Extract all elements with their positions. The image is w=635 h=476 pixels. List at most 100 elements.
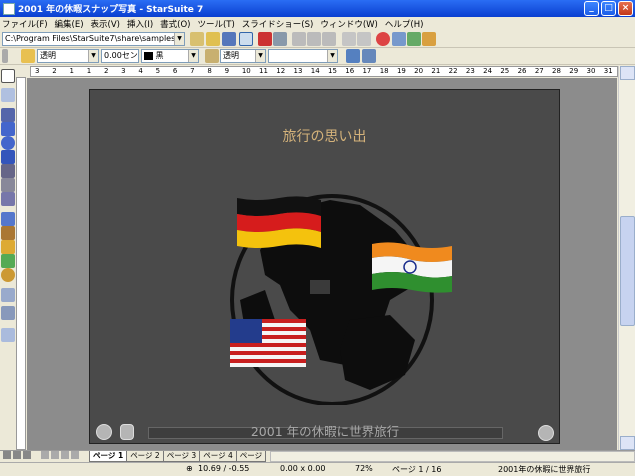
zoom-icon[interactable] <box>1 88 15 102</box>
chevron-down-icon[interactable]: ▼ <box>88 50 98 62</box>
curve-icon[interactable] <box>1 164 15 178</box>
status-zoom[interactable]: 72% <box>355 464 373 473</box>
scroll-down-icon[interactable] <box>620 436 635 450</box>
scroll-thumb[interactable] <box>620 216 635 326</box>
tab-page-5[interactable]: ページ <box>235 451 267 462</box>
next-slide-icon[interactable] <box>538 425 554 441</box>
cut-icon[interactable] <box>292 32 306 46</box>
alignment-icon[interactable] <box>1 226 15 240</box>
arrange-icon[interactable] <box>1 240 15 254</box>
status-page: ページ 1 / 16 <box>392 465 442 474</box>
outline-view-icon[interactable] <box>13 451 21 459</box>
tab-page-1[interactable]: ページ 1 <box>89 451 128 462</box>
3d-controller-icon[interactable] <box>1 288 15 302</box>
prev-page-icon[interactable] <box>51 451 59 459</box>
menu-format[interactable]: 書式(O) <box>160 18 190 30</box>
ruler-tick-label: 19 <box>396 67 406 75</box>
menu-tools[interactable]: ツール(T) <box>197 18 234 30</box>
edit-file-icon[interactable] <box>190 32 204 46</box>
color-swatch <box>144 51 153 60</box>
close-button[interactable]: × <box>618 1 633 16</box>
3d-object-icon[interactable] <box>1 150 15 164</box>
page-tabs: ページ 1 ページ 2 ページ 3 ページ 4 ページ <box>0 450 635 462</box>
ruler-tick-label: 25 <box>500 67 510 75</box>
cursor-position-icon: ⊕ <box>186 464 193 473</box>
line-style-icon[interactable] <box>21 49 35 63</box>
ruler-tick-label: 5 <box>155 67 161 75</box>
drawing-toolbox <box>0 66 16 451</box>
select-arrow-icon[interactable] <box>1 69 15 83</box>
area-fill-select[interactable]: ▼ <box>268 49 338 63</box>
line-color-select[interactable]: 黒 ▼ <box>141 49 199 63</box>
connector-icon[interactable] <box>1 192 15 206</box>
url-combo[interactable]: C:\Program Files\StarSuite7\share\sample… <box>2 32 185 46</box>
function-toolbar: C:\Program Files\StarSuite7\share\sample… <box>0 31 635 48</box>
effects-icon[interactable] <box>1 268 15 282</box>
line-width-field[interactable]: 0.00セン <box>101 49 139 63</box>
drawing-view-icon[interactable] <box>3 451 11 459</box>
insert-icon[interactable] <box>1 254 15 268</box>
camera-icon[interactable] <box>422 32 436 46</box>
ruler-tick-label: 15 <box>328 67 337 75</box>
last-page-icon[interactable] <box>71 451 79 459</box>
line-icon[interactable] <box>1 178 15 192</box>
edit-mode-icon[interactable] <box>239 32 253 46</box>
open-folder-icon[interactable] <box>206 32 220 46</box>
usa-flag-icon[interactable] <box>228 317 310 371</box>
ruler-tick-label: 1 <box>69 67 74 75</box>
copy-icon[interactable] <box>307 32 321 46</box>
export-pdf-icon[interactable] <box>258 32 272 46</box>
tab-page-3[interactable]: ページ 3 <box>162 451 201 462</box>
undo-icon[interactable] <box>342 32 356 46</box>
chevron-down-icon[interactable]: ▼ <box>188 50 198 62</box>
chevron-down-icon[interactable]: ▼ <box>255 50 265 62</box>
menu-file[interactable]: ファイル(F) <box>2 18 48 30</box>
menu-edit[interactable]: 編集(E) <box>55 18 84 30</box>
germany-flag-icon[interactable] <box>235 196 323 252</box>
tab-page-2[interactable]: ページ 2 <box>126 451 164 462</box>
menu-window[interactable]: ウィンドウ(W) <box>320 18 378 30</box>
transform-icon[interactable] <box>362 49 376 63</box>
navigator-icon[interactable] <box>376 32 390 46</box>
home-icon[interactable] <box>120 424 134 440</box>
india-flag-icon[interactable] <box>370 242 454 294</box>
rectangle-icon[interactable] <box>1 122 15 136</box>
paste-icon[interactable] <box>322 32 336 46</box>
app-icon <box>3 2 15 15</box>
line-color-value: 黒 <box>155 51 164 60</box>
previous-slide-icon[interactable] <box>96 424 112 440</box>
interaction-icon[interactable] <box>1 306 15 320</box>
minimize-button[interactable]: _ <box>584 1 599 16</box>
menu-help[interactable]: ヘルプ(H) <box>385 18 424 30</box>
vertical-ruler <box>16 77 26 450</box>
menu-slideshow[interactable]: スライドショー(S) <box>242 18 314 30</box>
text-icon[interactable] <box>1 108 15 122</box>
shadow-icon[interactable] <box>346 49 360 63</box>
area-icon[interactable] <box>205 49 219 63</box>
slides-view-icon[interactable] <box>23 451 31 459</box>
menu-view[interactable]: 表示(V) <box>91 18 120 30</box>
first-page-icon[interactable] <box>41 451 49 459</box>
scroll-up-icon[interactable] <box>620 66 635 80</box>
slide-show-icon[interactable] <box>1 328 15 342</box>
data-sources-icon[interactable] <box>407 32 421 46</box>
ellipse-icon[interactable] <box>1 136 15 150</box>
menu-insert[interactable]: 挿入(I) <box>127 18 153 30</box>
tab-page-4[interactable]: ページ 4 <box>199 451 237 462</box>
vertical-scrollbar[interactable] <box>618 66 635 450</box>
gallery-icon[interactable] <box>392 32 406 46</box>
slide-title[interactable]: 旅行の思い出 <box>90 126 559 146</box>
next-page-icon[interactable] <box>61 451 69 459</box>
horizontal-scrollbar[interactable] <box>270 451 635 462</box>
slide[interactable]: 旅行の思い出 2001 年の休暇に世界旅行 <box>89 89 560 444</box>
redo-icon[interactable] <box>357 32 371 46</box>
save-icon[interactable] <box>222 32 236 46</box>
area-style-select[interactable]: 透明 ▼ <box>220 49 266 63</box>
chevron-down-icon[interactable]: ▼ <box>174 33 184 45</box>
slide-footer[interactable]: 2001 年の休暇に世界旅行 <box>150 424 500 440</box>
rotate-icon[interactable] <box>1 212 15 226</box>
chevron-down-icon[interactable]: ▼ <box>327 50 337 62</box>
line-style-select[interactable]: 透明 ▼ <box>37 49 99 63</box>
maximize-button[interactable]: □ <box>601 1 616 16</box>
print-icon[interactable] <box>273 32 287 46</box>
